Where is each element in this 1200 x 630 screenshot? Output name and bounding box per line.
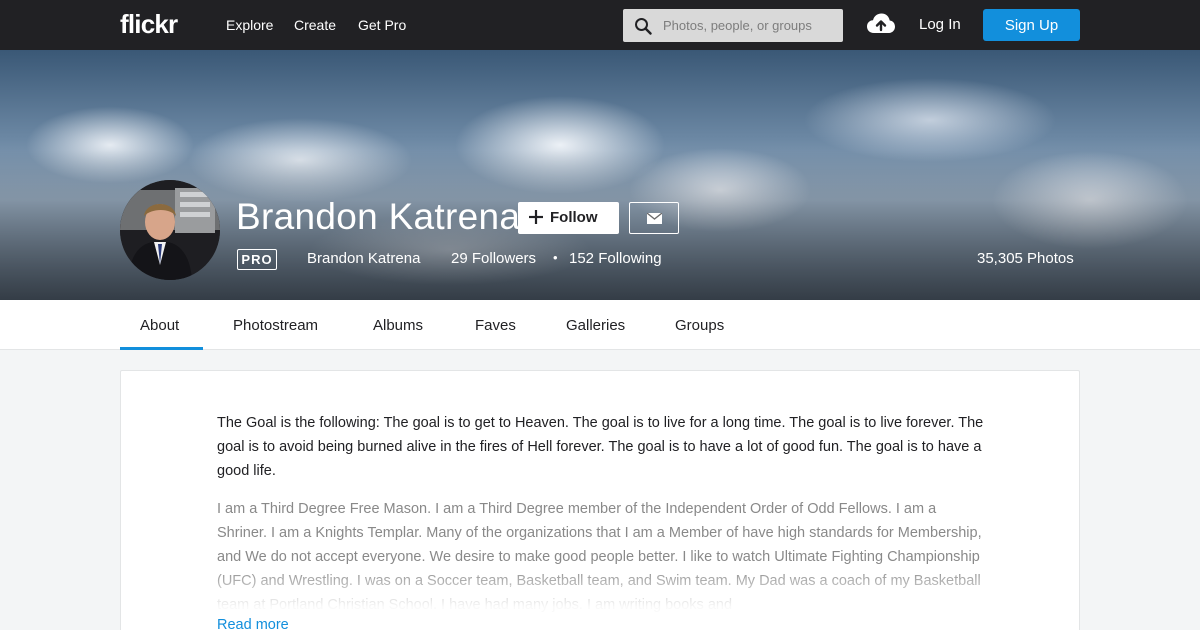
following-link[interactable]: 152 Following <box>569 250 662 267</box>
tab-about[interactable]: About <box>140 317 179 334</box>
flickr-logo[interactable]: flickr <box>120 9 178 40</box>
tab-galleries[interactable]: Galleries <box>566 317 625 334</box>
nav-get-pro[interactable]: Get Pro <box>358 17 406 33</box>
nav-explore[interactable]: Explore <box>226 17 273 33</box>
tab-photostream[interactable]: Photostream <box>233 317 318 334</box>
tab-groups[interactable]: Groups <box>675 317 724 334</box>
search-icon <box>635 18 652 35</box>
search-input[interactable]: Photos, people, or groups <box>663 18 812 33</box>
active-tab-indicator <box>120 347 203 350</box>
photo-count: 35,305 Photos <box>977 250 1074 267</box>
plus-icon <box>529 210 543 224</box>
cover-photo: Brandon Katrena Follow PRO Brandon Katre… <box>0 50 1200 300</box>
avatar-image <box>120 180 220 280</box>
bio-primary: The Goal is the following: The goal is t… <box>217 415 984 479</box>
bio-fade-overlay <box>121 567 1079 617</box>
nav-create[interactable]: Create <box>294 17 336 33</box>
meta-separator: • <box>553 250 558 265</box>
profile-name: Brandon Katrena <box>236 196 521 237</box>
search-bar[interactable]: Photos, people, or groups <box>623 9 843 42</box>
real-name: Brandon Katrena <box>307 250 421 267</box>
pro-badge: PRO <box>237 249 277 270</box>
profile-tabs: About Photostream Albums Faves Galleries… <box>0 300 1200 350</box>
about-card: The Goal is the following: The goal is t… <box>120 370 1080 630</box>
login-link[interactable]: Log In <box>919 16 961 33</box>
read-more-link[interactable]: Read more <box>217 617 289 630</box>
follow-button[interactable]: Follow <box>518 202 619 234</box>
message-button[interactable] <box>629 202 679 234</box>
mail-icon <box>647 213 662 224</box>
followers-link[interactable]: 29 Followers <box>451 250 536 267</box>
follow-label: Follow <box>550 209 598 226</box>
tab-faves[interactable]: Faves <box>475 317 516 334</box>
signup-button[interactable]: Sign Up <box>983 9 1080 41</box>
tab-albums[interactable]: Albums <box>373 317 423 334</box>
upload-cloud-icon[interactable] <box>866 12 896 36</box>
top-nav: flickr Explore Create Get Pro Photos, pe… <box>0 0 1200 50</box>
avatar[interactable] <box>120 180 220 280</box>
